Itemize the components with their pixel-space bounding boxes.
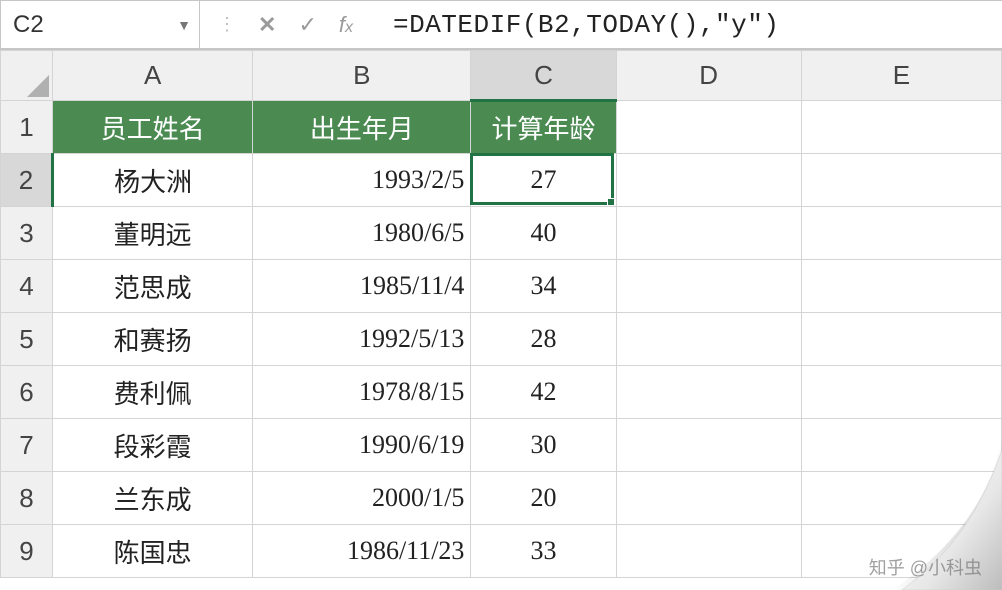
row-header-7[interactable]: 7 <box>1 419 53 472</box>
formula-text: =DATEDIF(B2,TODAY(),"y") <box>393 10 779 40</box>
cell-E7[interactable] <box>801 419 1001 472</box>
row-header-9[interactable]: 9 <box>1 525 53 578</box>
table-row: 8 兰东成 2000/1/5 20 <box>1 472 1002 525</box>
split-icon: ⋮ <box>218 14 236 35</box>
cell-D6[interactable] <box>616 366 801 419</box>
cell-A4[interactable]: 范思成 <box>53 260 253 313</box>
table-row: 2 杨大洲 1993/2/5 27 <box>1 154 1002 207</box>
table-row: 7 段彩霞 1990/6/19 30 <box>1 419 1002 472</box>
cell-B6[interactable]: 1978/8/15 <box>253 366 471 419</box>
cell-C3[interactable]: 40 <box>471 207 616 260</box>
row-header-4[interactable]: 4 <box>1 260 53 313</box>
fx-icon[interactable]: fx <box>339 12 353 38</box>
watermark: 知乎 @小科虫 <box>869 554 982 580</box>
cell-B1[interactable]: 出生年月 <box>253 101 471 154</box>
cell-E2[interactable] <box>801 154 1001 207</box>
col-header-C[interactable]: C <box>471 51 616 101</box>
cell-C1[interactable]: 计算年龄 <box>471 101 616 154</box>
cell-A2[interactable]: 杨大洲 <box>53 154 253 207</box>
cell-D2[interactable] <box>616 154 801 207</box>
cell-B9[interactable]: 1986/11/23 <box>253 525 471 578</box>
table-row: 3 董明远 1980/6/5 40 <box>1 207 1002 260</box>
cell-E1[interactable] <box>801 101 1001 154</box>
cell-A8[interactable]: 兰东成 <box>53 472 253 525</box>
cell-E5[interactable] <box>801 313 1001 366</box>
cell-B8[interactable]: 2000/1/5 <box>253 472 471 525</box>
row-header-3[interactable]: 3 <box>1 207 53 260</box>
cell-A7[interactable]: 段彩霞 <box>53 419 253 472</box>
row-header-6[interactable]: 6 <box>1 366 53 419</box>
name-box-value: C2 <box>13 11 44 39</box>
cell-C7[interactable]: 30 <box>471 419 616 472</box>
cell-C8[interactable]: 20 <box>471 472 616 525</box>
cell-C5[interactable]: 28 <box>471 313 616 366</box>
row-header-8[interactable]: 8 <box>1 472 53 525</box>
cell-C6[interactable]: 42 <box>471 366 616 419</box>
column-header-row: A B C D E <box>1 51 1002 101</box>
cell-A5[interactable]: 和赛扬 <box>53 313 253 366</box>
cell-A9[interactable]: 陈国忠 <box>53 525 253 578</box>
table-row: 5 和赛扬 1992/5/13 28 <box>1 313 1002 366</box>
spreadsheet-grid: A B C D E 1 员工姓名 出生年月 计算年龄 2 杨大洲 1993/2/… <box>0 50 1002 578</box>
cell-A3[interactable]: 董明远 <box>53 207 253 260</box>
name-box-dropdown-icon[interactable]: ▼ <box>177 17 191 33</box>
cell-B2[interactable]: 1993/2/5 <box>253 154 471 207</box>
table-row: 9 陈国忠 1986/11/23 33 <box>1 525 1002 578</box>
formula-input[interactable]: =DATEDIF(B2,TODAY(),"y") <box>371 0 1002 49</box>
table-row: 4 范思成 1985/11/4 34 <box>1 260 1002 313</box>
cell-D7[interactable] <box>616 419 801 472</box>
cell-E4[interactable] <box>801 260 1001 313</box>
cell-C4[interactable]: 34 <box>471 260 616 313</box>
col-header-A[interactable]: A <box>53 51 253 101</box>
cancel-icon[interactable]: ✕ <box>258 12 276 38</box>
cell-D1[interactable] <box>616 101 801 154</box>
cell-C9[interactable]: 33 <box>471 525 616 578</box>
formula-bar-buttons: ⋮ ✕ ✓ fx <box>200 0 371 49</box>
col-header-D[interactable]: D <box>616 51 801 101</box>
cell-D9[interactable] <box>616 525 801 578</box>
cell-D8[interactable] <box>616 472 801 525</box>
cell-E8[interactable] <box>801 472 1001 525</box>
row-header-5[interactable]: 5 <box>1 313 53 366</box>
cell-A6[interactable]: 费利佩 <box>53 366 253 419</box>
cell-A1[interactable]: 员工姓名 <box>53 101 253 154</box>
cell-B5[interactable]: 1992/5/13 <box>253 313 471 366</box>
table-row: 6 费利佩 1978/8/15 42 <box>1 366 1002 419</box>
formula-bar: C2 ▼ ⋮ ✕ ✓ fx =DATEDIF(B2,TODAY(),"y") <box>0 0 1002 50</box>
cell-B7[interactable]: 1990/6/19 <box>253 419 471 472</box>
cell-C2[interactable]: 27 <box>471 154 616 207</box>
row-header-1[interactable]: 1 <box>1 101 53 154</box>
col-header-E[interactable]: E <box>801 51 1001 101</box>
enter-icon[interactable]: ✓ <box>298 12 316 38</box>
grid-table[interactable]: A B C D E 1 员工姓名 出生年月 计算年龄 2 杨大洲 1993/2/… <box>0 50 1002 578</box>
name-box[interactable]: C2 ▼ <box>0 0 200 49</box>
select-all-corner[interactable] <box>1 51 53 101</box>
cell-D4[interactable] <box>616 260 801 313</box>
cell-D5[interactable] <box>616 313 801 366</box>
row-header-2[interactable]: 2 <box>1 154 53 207</box>
col-header-B[interactable]: B <box>253 51 471 101</box>
cell-E3[interactable] <box>801 207 1001 260</box>
cell-D3[interactable] <box>616 207 801 260</box>
cell-B3[interactable]: 1980/6/5 <box>253 207 471 260</box>
table-row: 1 员工姓名 出生年月 计算年龄 <box>1 101 1002 154</box>
cell-E6[interactable] <box>801 366 1001 419</box>
cell-B4[interactable]: 1985/11/4 <box>253 260 471 313</box>
